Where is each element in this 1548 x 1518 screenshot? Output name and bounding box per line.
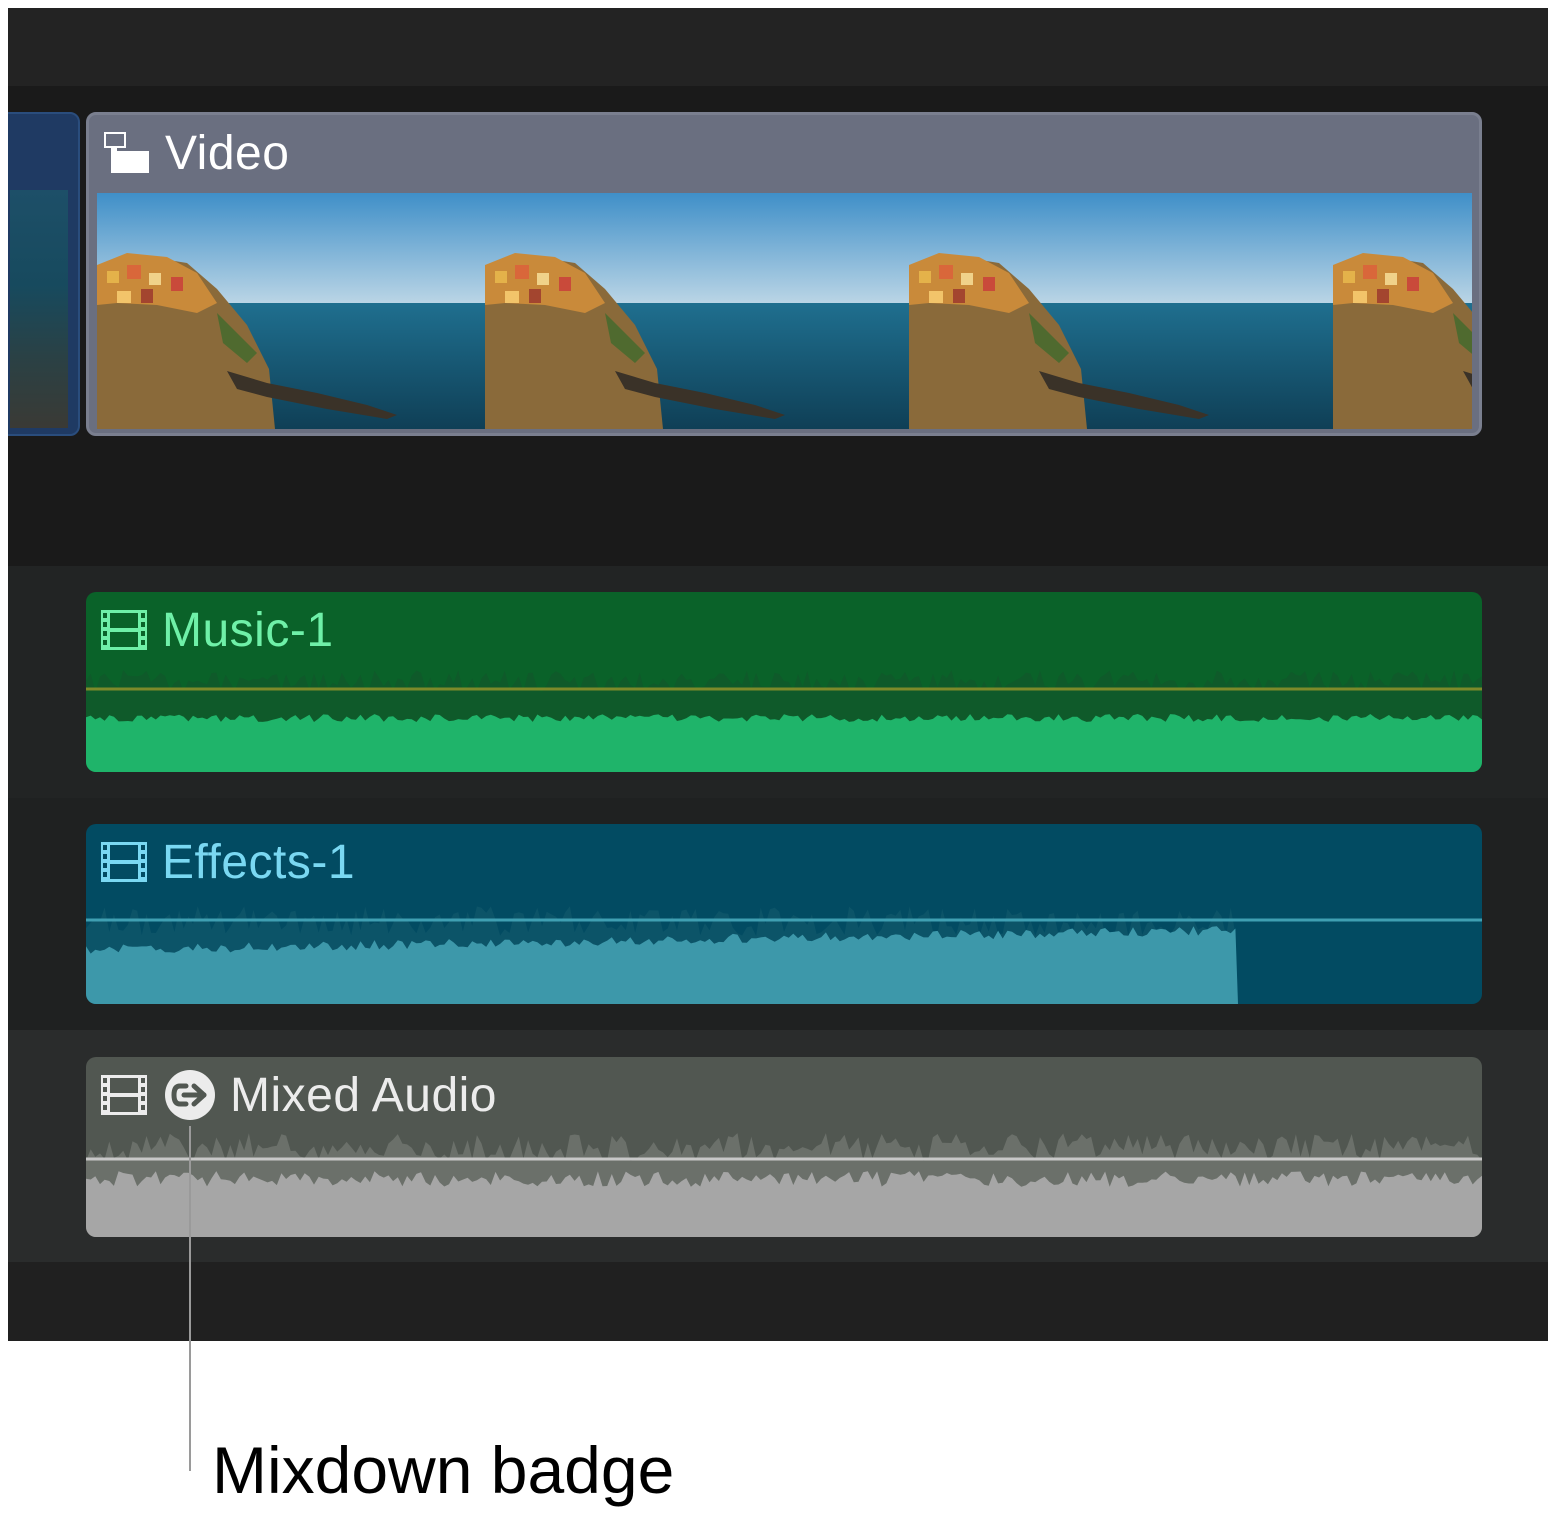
previous-clip-thumbnail xyxy=(10,190,68,428)
timeline: Video Music-1 Effects-1 Mixed Audio xyxy=(8,8,1548,1341)
waveform-body xyxy=(86,714,1482,772)
timeline-bottom-band xyxy=(8,1262,1548,1341)
music-clip-header: Music-1 xyxy=(86,592,1482,668)
video-thumbnail xyxy=(485,193,909,429)
mixdown-badge-icon xyxy=(164,1069,216,1121)
mixed-audio-clip-title: Mixed Audio xyxy=(230,1068,497,1122)
filmstrip-icon xyxy=(100,840,148,884)
video-thumbnail xyxy=(909,193,1333,429)
callout-line xyxy=(189,1126,191,1471)
video-filmstrip xyxy=(97,193,1472,429)
video-clip-header: Video xyxy=(89,115,1479,191)
filmstrip-icon xyxy=(100,608,148,652)
filmstrip-icon xyxy=(100,1073,148,1117)
previous-video-clip[interactable] xyxy=(8,112,80,436)
effects-clip-title: Effects-1 xyxy=(162,835,356,889)
effects-waveform xyxy=(86,906,1482,1004)
music-waveform xyxy=(86,670,1482,772)
mixed-audio-waveform xyxy=(86,1133,1482,1237)
video-thumbnail xyxy=(1333,193,1472,429)
music-clip-title: Music-1 xyxy=(162,603,334,657)
video-thumbnail xyxy=(97,193,485,429)
effects-clip[interactable]: Effects-1 xyxy=(86,824,1482,1004)
callout-label: Mixdown badge xyxy=(212,1433,675,1507)
effects-clip-header: Effects-1 xyxy=(86,824,1482,900)
video-clip[interactable]: Video xyxy=(86,112,1482,436)
video-clip-title: Video xyxy=(165,126,290,180)
timeline-top-band xyxy=(8,8,1548,86)
connected-clip-icon xyxy=(103,131,151,175)
mixed-audio-clip[interactable]: Mixed Audio xyxy=(86,1057,1482,1237)
music-clip[interactable]: Music-1 xyxy=(86,592,1482,772)
mixed-audio-clip-header: Mixed Audio xyxy=(86,1057,1482,1133)
waveform-body xyxy=(86,1171,1482,1237)
